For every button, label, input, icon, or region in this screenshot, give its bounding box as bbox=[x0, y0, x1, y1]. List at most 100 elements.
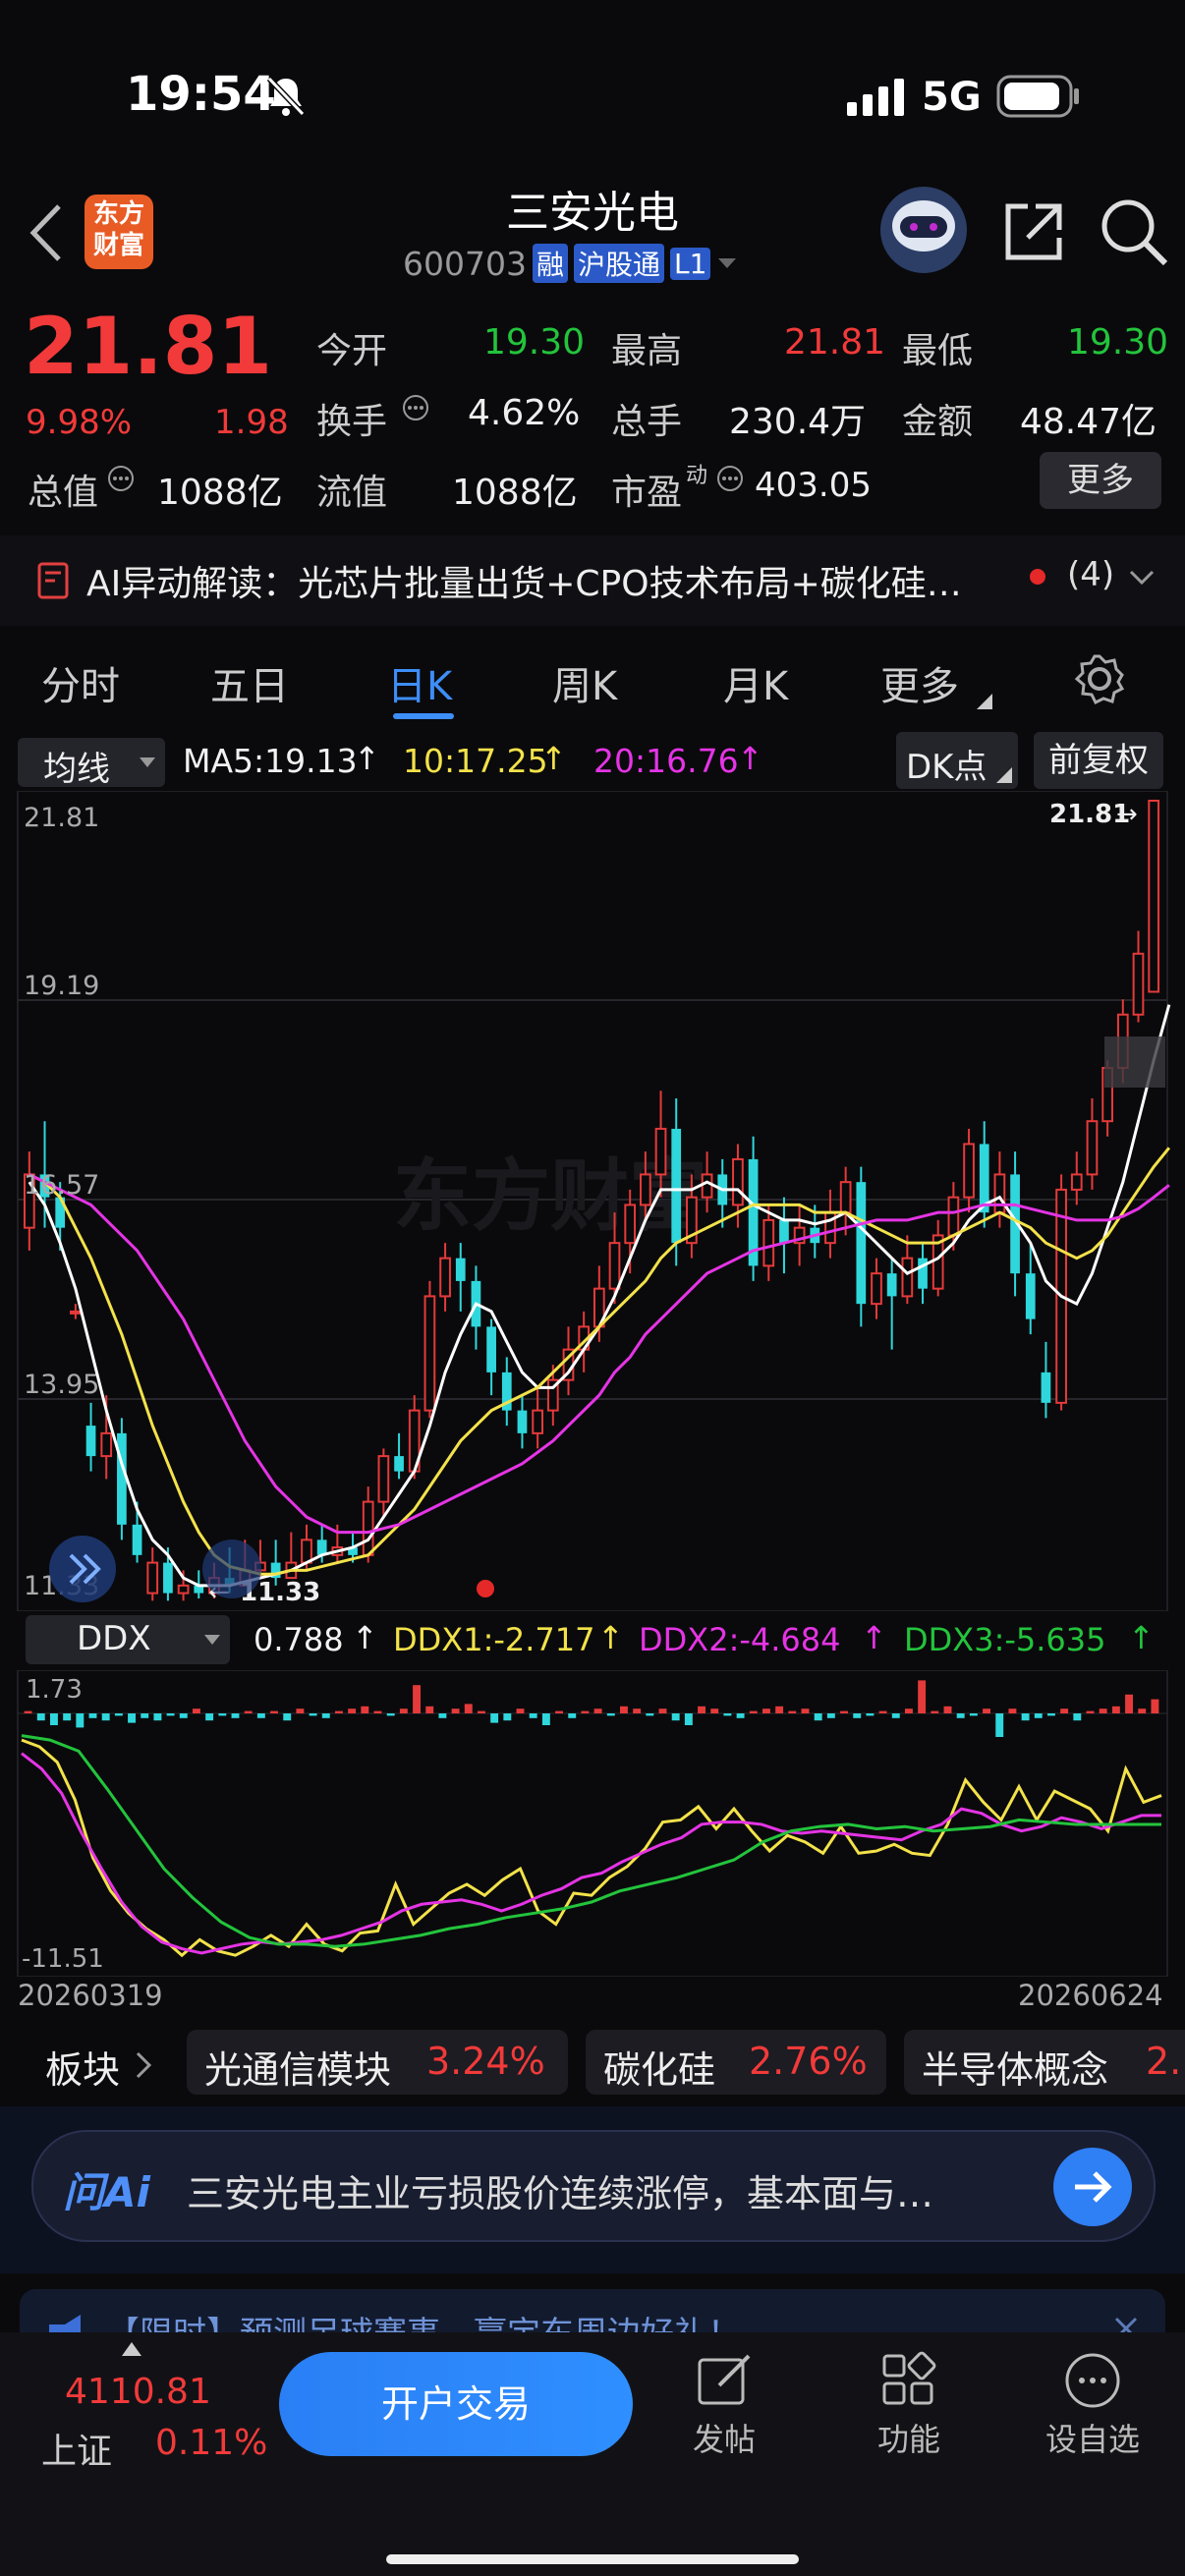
caret-up-icon bbox=[122, 2342, 141, 2356]
arrow-up-icon: ↑ bbox=[861, 1619, 887, 1656]
index-name[interactable]: 上证 bbox=[41, 2423, 112, 2474]
function-label: 功能 bbox=[876, 2421, 940, 2458]
megaphone-icon bbox=[49, 2315, 81, 2332]
notice-text: 【限时】预测足球赛事，赢定东周边好礼！ bbox=[106, 2307, 741, 2332]
ma-selector[interactable]: 均线 bbox=[18, 738, 165, 789]
post-button[interactable]: 发帖 bbox=[670, 2340, 778, 2488]
ask-ai-section: 问Ai 三安光电主业亏损股价连续涨停，基本面与… bbox=[0, 2106, 1185, 2273]
expand-chevrons-icon[interactable] bbox=[49, 1536, 116, 1602]
ddx-bar bbox=[1086, 1710, 1095, 1713]
tab-weekly-k[interactable]: 周K bbox=[552, 654, 617, 711]
ddx-value: 0.788 bbox=[254, 1621, 344, 1658]
index-pct[interactable]: 0.11% bbox=[155, 2423, 267, 2463]
candle bbox=[762, 1204, 775, 1281]
tab-monthly-k[interactable]: 月K bbox=[723, 654, 788, 711]
chevron-right-icon[interactable] bbox=[134, 2049, 153, 2081]
value-volume: 230.4万 bbox=[729, 402, 867, 442]
info-dots-icon[interactable] bbox=[401, 393, 430, 422]
arrow-right-circle-icon[interactable] bbox=[1051, 2146, 1134, 2228]
trade-button[interactable]: 开户交易 bbox=[279, 2352, 633, 2456]
notice-strip[interactable]: 【限时】预测足球赛事，赢定东周边好礼！ bbox=[0, 2273, 1185, 2332]
caret-down-icon[interactable] bbox=[716, 256, 738, 270]
x-start-date: 20260319 bbox=[18, 1979, 163, 2012]
ddx-chart[interactable]: 1.73 -11.51 bbox=[0, 1670, 1185, 1977]
more-button[interactable]: 更多 bbox=[1040, 452, 1161, 509]
robot-avatar-icon[interactable] bbox=[876, 183, 971, 277]
dk-point-button[interactable]: DK点 bbox=[896, 732, 1018, 789]
ma10-value: 10:17.25 bbox=[403, 742, 548, 780]
change-amount: 1.98 bbox=[214, 403, 289, 442]
ddx-bar bbox=[36, 1713, 45, 1721]
share-icon[interactable] bbox=[1000, 198, 1067, 265]
chevron-left-icon[interactable] bbox=[24, 198, 67, 267]
sector-chip-optical[interactable]: 光通信模块 3.24% bbox=[187, 2030, 568, 2095]
badge-hk-connect: 沪股通 bbox=[574, 244, 665, 283]
ma-selector-label: 均线 bbox=[43, 750, 110, 789]
app-logo[interactable]: 东方 财富 bbox=[85, 195, 153, 269]
sector-strip: 板块 光通信模块 3.24% 碳化硅 2.76% 半导体概念 2. bbox=[0, 2024, 1185, 2106]
value-high: 21.81 bbox=[784, 322, 886, 363]
ddx-bar bbox=[568, 1713, 577, 1718]
back-cursor-icon[interactable] bbox=[202, 1540, 261, 1598]
sector-pct: 3.24% bbox=[426, 2040, 545, 2083]
tab-daily-k[interactable]: 日K bbox=[387, 654, 452, 711]
event-marker[interactable] bbox=[477, 1580, 494, 1597]
ddx-bar bbox=[283, 1713, 292, 1721]
last-price: 21.81 bbox=[24, 301, 273, 392]
ddx-bar bbox=[853, 1713, 862, 1718]
sector-chip-sic[interactable]: 碳化硅 2.76% bbox=[586, 2030, 886, 2095]
candle bbox=[146, 1547, 159, 1601]
info-dots-icon[interactable] bbox=[715, 464, 745, 493]
ddx-bar bbox=[801, 1708, 810, 1713]
ddx-bar bbox=[1021, 1713, 1030, 1721]
function-button[interactable]: 功能 bbox=[855, 2340, 963, 2488]
sector-chip-semis[interactable]: 半导体概念 2. bbox=[904, 2030, 1185, 2095]
index-value[interactable]: 4110.81 bbox=[65, 2372, 211, 2412]
price-adjust-button[interactable]: 前复权 bbox=[1034, 732, 1163, 789]
gear-icon[interactable] bbox=[1073, 652, 1126, 705]
logo-line1: 东方 bbox=[92, 199, 144, 229]
ddx-bar bbox=[891, 1713, 900, 1718]
ddx-bar bbox=[76, 1713, 85, 1728]
ddx-selector[interactable]: DDX bbox=[26, 1615, 230, 1664]
kline-chart[interactable]: 东方财富 21.8119.1916.5713.9511.33 21.81 → ←… bbox=[0, 791, 1185, 1611]
ddx-bar bbox=[581, 1710, 590, 1713]
ddx-bar bbox=[101, 1713, 110, 1721]
ddx-line bbox=[21, 1752, 1161, 1955]
ddx-bar bbox=[1151, 1699, 1159, 1713]
ddx-bar bbox=[309, 1713, 317, 1716]
ddx-bar bbox=[231, 1713, 240, 1718]
active-tab-indicator bbox=[393, 713, 454, 719]
nav-bar: 东方 财富 三安光电 600703 融 沪股通 L1 bbox=[0, 177, 1185, 295]
ask-ai-bar[interactable]: 问Ai 三安光电主业亏损股价连续涨停，基本面与… bbox=[31, 2130, 1156, 2242]
close-icon[interactable] bbox=[1112, 2315, 1140, 2332]
watchlist-button[interactable]: 设自选 bbox=[1032, 2340, 1154, 2488]
label-amount: 金额 bbox=[902, 402, 974, 442]
value-pe: 403.05 bbox=[755, 466, 872, 505]
ddx-bar bbox=[386, 1713, 395, 1716]
candle bbox=[918, 1243, 928, 1305]
sector-label: 板块 bbox=[45, 2048, 121, 2092]
ddx-bar bbox=[943, 1706, 952, 1713]
ddx-bar bbox=[918, 1680, 927, 1713]
label-mktcap: 总值 bbox=[28, 473, 99, 513]
ddx-bar bbox=[1125, 1694, 1133, 1713]
ddx-bar bbox=[193, 1708, 200, 1713]
candle bbox=[455, 1243, 466, 1312]
ddx-bar bbox=[1111, 1706, 1120, 1713]
candle bbox=[408, 1395, 421, 1480]
tab-five-day[interactable]: 五日 bbox=[210, 654, 289, 711]
ddx-bar bbox=[684, 1713, 693, 1725]
search-icon[interactable] bbox=[1099, 196, 1169, 267]
post-label: 发帖 bbox=[692, 2421, 756, 2458]
candle bbox=[886, 1258, 897, 1350]
ma5-value: MA5:19.13 bbox=[183, 742, 358, 780]
ddx2-value: DDX2:-4.684 bbox=[639, 1621, 841, 1658]
ai-banner-text: AI异动解读：光芯片批量出货+CPO技术布局+碳化硅… bbox=[86, 564, 962, 604]
candle bbox=[1086, 1097, 1099, 1190]
ai-banner[interactable]: AI异动解读：光芯片批量出货+CPO技术布局+碳化硅… (4) bbox=[0, 535, 1185, 626]
tab-intraday[interactable]: 分时 bbox=[41, 654, 120, 711]
info-dots-icon[interactable] bbox=[106, 464, 136, 493]
ddx3-value: DDX3:-5.635 bbox=[904, 1621, 1106, 1658]
tab-more[interactable]: 更多 bbox=[880, 654, 959, 711]
